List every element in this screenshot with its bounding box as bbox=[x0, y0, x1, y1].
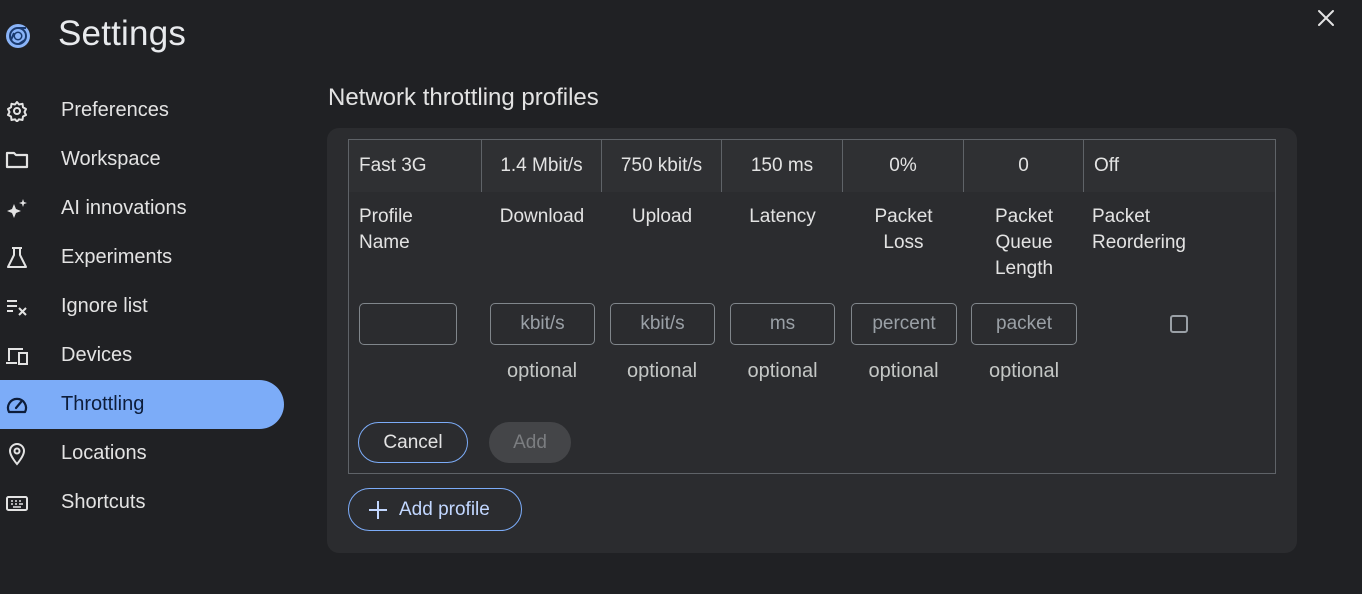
folder-icon bbox=[5, 148, 29, 172]
profile-name-input[interactable] bbox=[359, 303, 457, 345]
header-text: Loss bbox=[883, 232, 924, 253]
sidebar-item-devices[interactable]: Devices bbox=[0, 331, 284, 380]
header-text: Latency bbox=[749, 206, 816, 227]
cell-profile-name: Fast 3G bbox=[349, 140, 482, 192]
sidebar-item-experiments[interactable]: Experiments bbox=[0, 233, 284, 282]
sidebar-item-label: Devices bbox=[61, 344, 133, 366]
sidebar-item-throttling[interactable]: Throttling bbox=[0, 380, 284, 429]
sidebar-item-label: Workspace bbox=[61, 148, 161, 170]
optional-label-packet-queue: optional bbox=[988, 360, 1060, 382]
ignore-list-icon bbox=[5, 295, 29, 319]
upload-input[interactable] bbox=[610, 303, 715, 345]
gear-icon bbox=[5, 99, 29, 123]
header-text: Packet bbox=[994, 206, 1054, 227]
close-button[interactable] bbox=[1312, 4, 1340, 32]
header-download: Download bbox=[482, 204, 602, 230]
optional-label-latency: optional bbox=[747, 360, 818, 382]
packet-reordering-checkbox[interactable] bbox=[1170, 315, 1188, 333]
sidebar-item-label: Ignore list bbox=[61, 295, 148, 317]
cell-download: 1.4 Mbit/s bbox=[482, 140, 602, 192]
sparkle-icon bbox=[5, 197, 29, 221]
latency-input[interactable] bbox=[730, 303, 835, 345]
add-button: Add bbox=[489, 422, 571, 463]
cell-latency: 150 ms bbox=[722, 140, 843, 192]
sidebar-item-label: Locations bbox=[61, 442, 147, 464]
sidebar-item-ai-innovations[interactable]: AI innovations bbox=[0, 184, 284, 233]
sidebar-item-label: Experiments bbox=[61, 246, 173, 268]
optional-label-packet-loss: optional bbox=[868, 360, 939, 382]
header-packet-reordering: Packet Reordering bbox=[1092, 204, 1262, 256]
header-packet-queue-length: Packet Queue Length bbox=[964, 204, 1084, 282]
keyboard-icon bbox=[5, 491, 29, 515]
sidebar-item-shortcuts[interactable]: Shortcuts bbox=[0, 478, 284, 527]
plus-icon bbox=[369, 501, 387, 519]
header-text: Reordering bbox=[1092, 232, 1186, 253]
cancel-button[interactable]: Cancel bbox=[358, 422, 468, 463]
header-profile-name: Profile Name bbox=[359, 204, 469, 256]
chrome-devtools-logo-icon bbox=[5, 23, 31, 49]
sidebar-item-locations[interactable]: Locations bbox=[0, 429, 284, 478]
header-latency: Latency bbox=[722, 204, 843, 230]
header-text: Profile bbox=[359, 206, 413, 227]
sidebar-item-label: AI innovations bbox=[61, 197, 187, 219]
sidebar-item-label: Preferences bbox=[61, 99, 169, 121]
sidebar-item-workspace[interactable]: Workspace bbox=[0, 135, 284, 184]
header-packet-loss: Packet Loss bbox=[843, 204, 964, 256]
sidebar-item-preferences[interactable]: Preferences bbox=[0, 86, 284, 135]
close-icon bbox=[1318, 10, 1334, 26]
page-title: Settings bbox=[58, 14, 187, 53]
sidebar-item-ignore-list[interactable]: Ignore list bbox=[0, 282, 284, 331]
sidebar-item-label: Shortcuts bbox=[61, 491, 146, 513]
header-text: Upload bbox=[631, 206, 693, 227]
settings-window: Settings Preferences Workspace AI innova… bbox=[0, 0, 1362, 594]
header-text: Queue bbox=[995, 232, 1053, 253]
speedometer-icon bbox=[5, 393, 29, 417]
cell-upload: 750 kbit/s bbox=[602, 140, 722, 192]
download-input[interactable] bbox=[490, 303, 595, 345]
header-text: Packet bbox=[874, 206, 933, 227]
header-text: Name bbox=[359, 232, 410, 253]
flask-icon bbox=[5, 246, 29, 270]
packet-loss-input[interactable] bbox=[851, 303, 957, 345]
header-text: Length bbox=[994, 258, 1054, 279]
add-profile-button[interactable]: Add profile bbox=[348, 488, 522, 531]
cell-packet-reordering: Off bbox=[1094, 155, 1119, 176]
optional-label-upload: optional bbox=[626, 360, 698, 382]
cell-packet-queue-length: 0 bbox=[964, 140, 1084, 192]
header-text: Download bbox=[499, 206, 585, 227]
add-profile-label: Add profile bbox=[399, 498, 490, 520]
section-title: Network throttling profiles bbox=[328, 84, 599, 111]
header-upload: Upload bbox=[602, 204, 722, 230]
optional-label-download: optional bbox=[506, 360, 578, 382]
sidebar-item-label: Throttling bbox=[61, 393, 145, 415]
sidebar: Preferences Workspace AI innovations Exp… bbox=[0, 86, 290, 527]
packet-queue-input[interactable] bbox=[971, 303, 1077, 345]
location-pin-icon bbox=[5, 442, 29, 466]
devices-icon bbox=[5, 344, 29, 368]
header-text: Packet bbox=[1092, 206, 1151, 227]
cell-packet-loss: 0% bbox=[843, 140, 964, 192]
